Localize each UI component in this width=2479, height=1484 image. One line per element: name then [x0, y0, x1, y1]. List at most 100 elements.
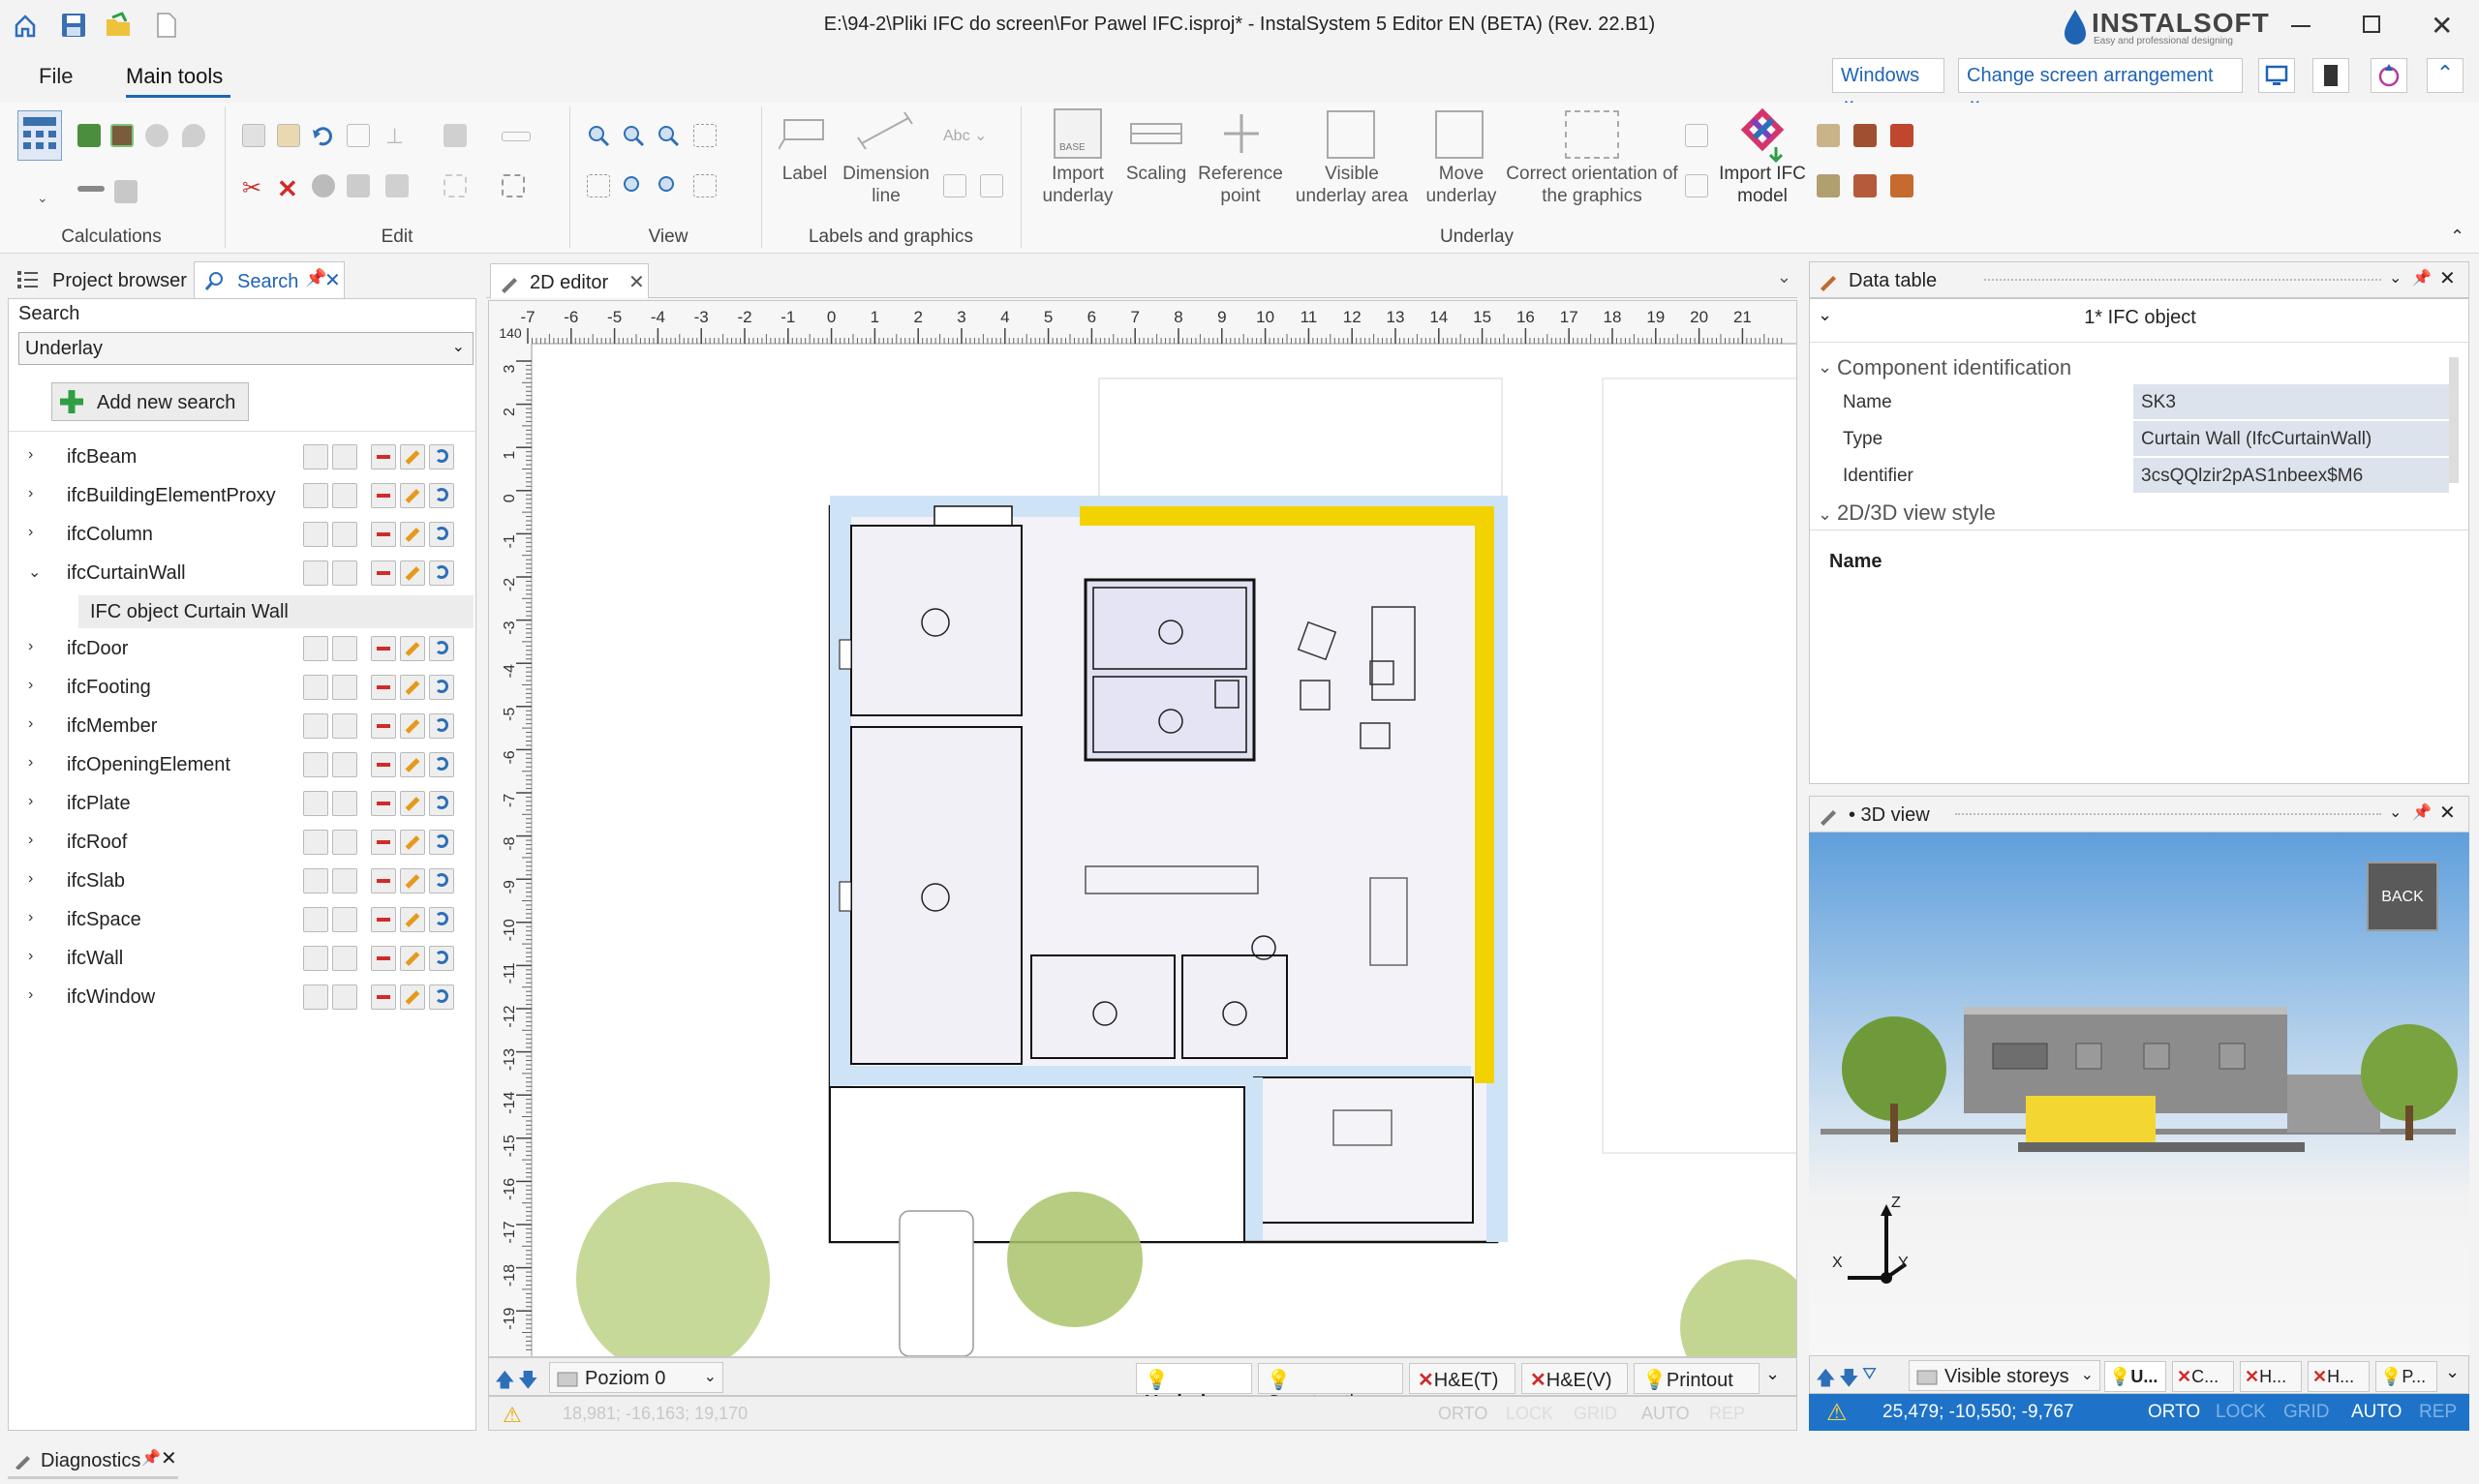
edit-icon[interactable]	[400, 984, 425, 1010]
zoom-in-icon[interactable]	[587, 124, 610, 147]
visible-underlay-area-icon[interactable]	[1327, 110, 1375, 159]
dimension-line-icon[interactable]	[852, 110, 920, 153]
edit-icon[interactable]	[400, 946, 425, 971]
calc-dropdown-icon[interactable]: ⌄	[37, 190, 48, 206]
warning-icon[interactable]: ⚠	[503, 1403, 522, 1428]
heating-calc-icon[interactable]	[77, 124, 101, 147]
property-value[interactable]: 3csQQlzir2pAS1nbeex$M6	[2133, 458, 2449, 493]
refresh-icon[interactable]	[429, 713, 454, 739]
refresh-icon[interactable]	[429, 444, 454, 469]
view3d-mode-tab[interactable]: 💡P...	[2375, 1361, 2437, 1392]
select-box-icon[interactable]	[502, 174, 525, 197]
scaling-icon[interactable]	[1127, 114, 1185, 153]
drop-settings-icon[interactable]	[2371, 58, 2407, 93]
property-value[interactable]: Curtain Wall (IfcCurtainWall)	[2133, 421, 2449, 456]
show-icon[interactable]	[332, 907, 357, 932]
show-icon[interactable]	[332, 483, 357, 508]
select-icon[interactable]	[303, 946, 328, 971]
status-flag[interactable]: AUTO	[1641, 1404, 1690, 1424]
edit-icon[interactable]	[400, 444, 425, 469]
hide-icon[interactable]	[371, 791, 396, 816]
select-icon[interactable]	[303, 713, 328, 739]
show-icon[interactable]	[332, 752, 357, 777]
property-row[interactable]: Name SK3	[1823, 384, 2463, 421]
tree-item[interactable]: › ifcSlab	[22, 863, 477, 901]
reference-point-icon[interactable]	[1222, 110, 1261, 157]
import-underlay-icon[interactable]: BASE	[1054, 108, 1102, 159]
show-icon[interactable]	[332, 984, 357, 1010]
tree-item[interactable]: › ifcRoof	[22, 824, 477, 863]
show-icon[interactable]	[332, 791, 357, 816]
screen-arrangement-dropdown[interactable]: Change screen arrangement ⌄	[1958, 58, 2243, 110]
refresh-icon[interactable]	[429, 483, 454, 508]
view-mode-tab[interactable]: ✕H&E(T)	[1409, 1363, 1515, 1394]
label-tool-icon[interactable]	[779, 112, 829, 151]
chevron-right-icon[interactable]: ›	[28, 870, 46, 888]
property-row[interactable]: Identifier 3csQQlzir2pAS1nbeex$M6	[1823, 458, 2463, 495]
delete-icon[interactable]: ✕	[277, 174, 300, 203]
hide-icon[interactable]	[371, 830, 396, 855]
status-flag[interactable]: ORTO	[1438, 1404, 1487, 1424]
select-icon[interactable]	[303, 483, 328, 508]
zoom-select-icon[interactable]	[587, 174, 610, 197]
refresh-icon[interactable]	[429, 636, 454, 661]
edit-icon[interactable]	[400, 752, 425, 777]
tree-item[interactable]: › ifcWall	[22, 940, 477, 979]
show-icon[interactable]	[332, 560, 357, 586]
underlay-tool-icon[interactable]	[1685, 124, 1708, 147]
tree-item[interactable]: › ifcOpeningElement	[22, 746, 477, 785]
edit-icon[interactable]	[400, 636, 425, 661]
hide-icon[interactable]	[371, 444, 396, 469]
warning-icon[interactable]: ⚠	[1826, 1399, 1848, 1427]
building-calc-icon[interactable]	[110, 124, 134, 147]
edit-icon[interactable]	[400, 907, 425, 932]
ribbon-collapse-icon[interactable]: ⌃	[2450, 227, 2464, 247]
refresh-icon[interactable]	[429, 946, 454, 971]
show-icon[interactable]	[332, 636, 357, 661]
hide-icon[interactable]	[371, 907, 396, 932]
edit-icon[interactable]	[400, 830, 425, 855]
status-flag[interactable]: AUTO	[2351, 1402, 2402, 1423]
hide-icon[interactable]	[371, 984, 396, 1010]
level-up-icon[interactable]: 🡅	[1816, 1364, 1836, 1397]
hide-icon[interactable]	[371, 522, 396, 547]
view3d-mode-tab[interactable]: 💡U...	[2104, 1361, 2166, 1392]
view-option-6-icon[interactable]	[1890, 174, 1913, 197]
expand-icon[interactable]: ⌄	[1765, 1364, 1780, 1384]
visible-storeys-select[interactable]: Visible storeys ⌄	[1909, 1360, 2100, 1391]
correct-orientation-button[interactable]: Correct orientation of the graphics	[1505, 163, 1679, 207]
zoom-next-icon[interactable]	[657, 174, 680, 197]
chevron-right-icon[interactable]: ›	[28, 948, 46, 965]
minimize-button[interactable]	[2291, 25, 2311, 27]
show-icon[interactable]	[332, 444, 357, 469]
refresh-icon[interactable]	[429, 984, 454, 1010]
section-component-identification[interactable]: Component identification	[1837, 355, 2071, 380]
import-ifc-icon[interactable]	[1733, 106, 1791, 165]
select-icon[interactable]	[303, 444, 328, 469]
back-view-button[interactable]: BACK	[2367, 862, 2438, 931]
edit-icon[interactable]	[400, 713, 425, 739]
view-option-2-icon[interactable]	[1853, 124, 1877, 147]
visible-underlay-area-button[interactable]: Visible underlay area	[1292, 163, 1412, 207]
search-type-select[interactable]: Underlay ⌄	[18, 332, 474, 365]
view-mode-tab[interactable]: ✕H&E(V)	[1521, 1363, 1628, 1394]
chevron-right-icon[interactable]: ›	[28, 715, 46, 733]
tree-item[interactable]: › ifcBuildingElementProxy	[22, 477, 477, 516]
chevron-right-icon[interactable]: ›	[28, 986, 46, 1004]
tab-project-browser[interactable]: Project browser	[52, 270, 187, 292]
close-panel-icon[interactable]: ✕	[2439, 801, 2456, 825]
edit-icon[interactable]	[400, 560, 425, 586]
select-icon[interactable]	[303, 560, 328, 586]
close-panel-icon[interactable]: ✕	[161, 1446, 177, 1470]
zoom-window-icon[interactable]	[693, 124, 717, 147]
status-flag[interactable]: LOCK	[1506, 1404, 1553, 1424]
view-mode-tab[interactable]: 💡Printout	[1634, 1363, 1760, 1394]
underlay-tool-2-icon[interactable]	[1685, 174, 1708, 197]
import-underlay-button[interactable]: Import underlay	[1032, 163, 1123, 207]
refresh-icon[interactable]	[429, 675, 454, 700]
move-underlay-icon[interactable]	[1435, 110, 1484, 159]
expand-icon[interactable]: ⌄	[2445, 1362, 2460, 1382]
table-icon[interactable]	[943, 174, 966, 197]
text-style-dropdown[interactable]: Abc ⌄	[943, 126, 987, 145]
chevron-right-icon[interactable]: ›	[28, 446, 46, 464]
